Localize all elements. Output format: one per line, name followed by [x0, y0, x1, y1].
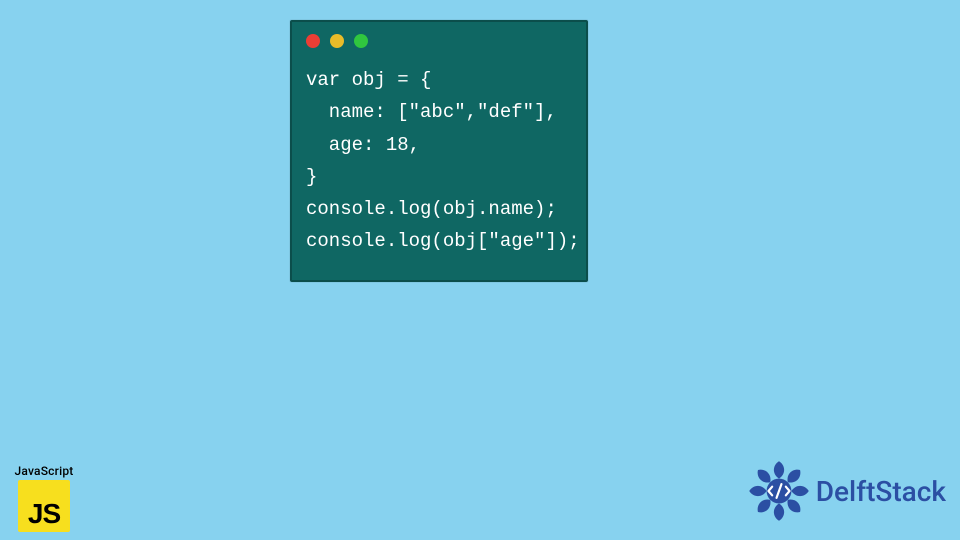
- window-close-icon: [306, 34, 320, 48]
- brand-emblem-icon: [748, 460, 810, 522]
- javascript-badge: JavaScript JS: [10, 464, 78, 532]
- brand-name: DelftStack: [816, 475, 946, 508]
- window-titlebar: [292, 22, 586, 54]
- code-block: var obj = { name: ["abc","def"], age: 18…: [292, 54, 586, 280]
- brand-logo: DelftStack: [748, 460, 946, 522]
- javascript-label: JavaScript: [15, 464, 74, 478]
- code-window: var obj = { name: ["abc","def"], age: 18…: [290, 20, 588, 282]
- window-zoom-icon: [354, 34, 368, 48]
- window-minimize-icon: [330, 34, 344, 48]
- javascript-logo-icon: JS: [18, 480, 70, 532]
